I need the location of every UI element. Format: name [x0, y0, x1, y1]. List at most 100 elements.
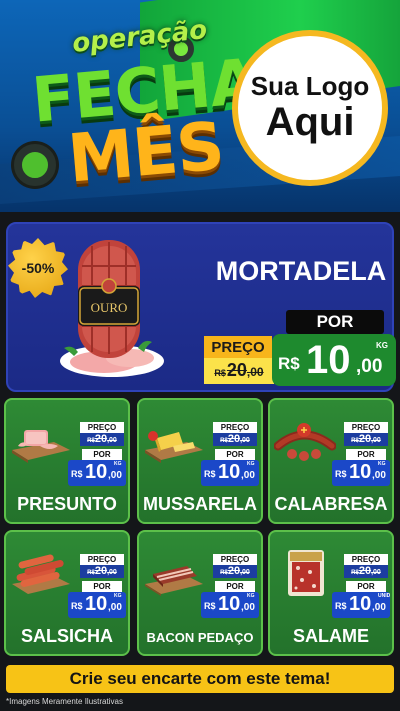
old-price: R$ 20 ,00	[213, 433, 257, 446]
new-price-integer: 10	[218, 461, 241, 483]
product-card-calabresa[interactable]: PREÇO R$ 20 ,00 POR R$ 10 ,00 KG CALABRE…	[268, 398, 394, 524]
por-label: POR	[286, 310, 384, 334]
logo-placeholder[interactable]: Sua Logo Aqui	[232, 30, 388, 186]
salame-image	[288, 550, 324, 596]
product-card-salame[interactable]: PREÇO R$ 20 ,00 POR R$ 10 ,00 UNID SALAM…	[268, 530, 394, 656]
price-unit: KG	[247, 593, 255, 599]
old-price: R$ 20 ,00	[344, 433, 388, 446]
product-name: CALABRESA	[274, 494, 388, 514]
old-price-decimal: ,00	[107, 569, 117, 576]
new-price: R$ 10 ,00 KG	[201, 592, 259, 618]
new-price-currency: R$	[335, 469, 347, 479]
old-price-currency: R$	[87, 570, 95, 576]
old-price-integer: 20	[358, 565, 372, 577]
price-label: PREÇO	[213, 554, 257, 565]
old-price-decimal: ,00	[246, 365, 264, 379]
por-label: POR	[82, 581, 122, 592]
new-price: R$ 10 ,00 KG	[332, 460, 390, 486]
new-price-decimal: ,00	[356, 356, 383, 377]
create-flyer-button[interactable]: Crie seu encarte com este tema!	[6, 665, 394, 693]
new-price-decimal: ,00	[372, 470, 386, 481]
new-price-decimal: ,00	[372, 602, 386, 613]
price-unit: KG	[114, 593, 122, 599]
old-price-currency: R$	[214, 368, 226, 378]
old-price-decimal: ,00	[240, 569, 250, 576]
product-card-salsicha[interactable]: PREÇO R$ 20 ,00 POR R$ 10 ,00 KG SALSICH…	[4, 530, 130, 656]
new-price-currency: R$	[204, 469, 216, 479]
new-price: R$ 10 ,00 UNID	[332, 592, 390, 618]
old-price-integer: 20	[358, 433, 372, 445]
new-price-decimal: ,00	[108, 470, 122, 481]
price-unit: UNID	[378, 593, 391, 599]
old-price-currency: R$	[351, 438, 359, 444]
featured-product-card[interactable]: OURO -50% MORTADELA PREÇO R$ 20 ,00 POR …	[6, 222, 396, 392]
old-price-integer: 20	[227, 433, 241, 445]
new-price-currency: R$	[71, 469, 83, 479]
mussarela-image	[145, 431, 203, 463]
new-price-integer: 10	[349, 593, 372, 615]
old-price-currency: R$	[87, 438, 95, 444]
old-price-integer: 20	[227, 565, 241, 577]
ring-decoration	[14, 144, 56, 186]
product-name: SALAME	[293, 626, 369, 646]
new-price-currency: R$	[204, 601, 216, 611]
price-label: PREÇO	[80, 554, 124, 565]
new-price-integer: 10	[85, 461, 108, 483]
new-price-decimal: ,00	[241, 602, 255, 613]
new-price: R$ 10 ,00 KG	[272, 334, 396, 386]
campaign-title: operação FECHA MÊS	[10, 14, 260, 204]
old-price-currency: R$	[220, 570, 228, 576]
mortadela-image: OURO	[60, 240, 164, 377]
old-price-currency: R$	[351, 570, 359, 576]
new-price-integer: 10	[218, 593, 241, 615]
new-price-currency: R$	[278, 354, 300, 373]
old-price-decimal: ,00	[107, 437, 117, 444]
price-unit: KG	[247, 461, 255, 467]
old-price-decimal: ,00	[240, 437, 250, 444]
salsicha-image	[12, 554, 70, 594]
new-price: R$ 10 ,00 KG	[68, 460, 126, 486]
product-card-bacon[interactable]: PREÇO R$ 20 ,00 POR R$ 10 ,00 KG BACON P…	[137, 530, 263, 656]
old-price: R$ 20 ,00	[80, 565, 124, 578]
por-label: POR	[346, 449, 386, 460]
featured-product-name: MORTADELA	[215, 256, 387, 286]
new-price-integer: 10	[349, 461, 372, 483]
price-unit: KG	[378, 461, 386, 467]
price-label: PREÇO	[80, 422, 124, 433]
product-card-presunto[interactable]: PREÇO R$ 20 ,00 POR R$ 10 ,00 KG PRESUNT…	[4, 398, 130, 524]
product-card-mussarela[interactable]: PREÇO R$ 20 ,00 POR R$ 10 ,00 KG MUSSARE…	[137, 398, 263, 524]
por-label: POR	[215, 449, 255, 460]
disclaimer-text: *Imagens Meramente Ilustrativas	[6, 697, 123, 706]
product-name: SALSICHA	[20, 626, 113, 646]
price-label: PREÇO	[344, 554, 388, 565]
old-price-decimal: ,00	[371, 569, 381, 576]
price-label: PREÇO	[204, 336, 272, 358]
product-name: MUSSARELA	[142, 494, 257, 514]
price-unit: KG	[376, 341, 388, 350]
product-name: PRESUNTO	[17, 494, 117, 514]
old-price: R$ 20 ,00	[344, 565, 388, 578]
new-price-integer: 10	[306, 338, 351, 382]
new-price-decimal: ,00	[241, 470, 255, 481]
package-brand: OURO	[91, 300, 128, 315]
price-label: PREÇO	[213, 422, 257, 433]
old-price-currency: R$	[220, 438, 228, 444]
old-price: R$ 20 ,00	[213, 565, 257, 578]
old-price-integer: 20	[226, 360, 247, 380]
logo-line-1: Sua Logo	[250, 71, 370, 102]
new-price: R$ 10 ,00 KG	[201, 460, 259, 486]
por-label: POR	[215, 581, 255, 592]
logo-line-2: Aqui	[265, 99, 355, 144]
por-label: POR	[346, 581, 386, 592]
presunto-image	[12, 430, 70, 463]
old-price-integer: 20	[94, 565, 108, 577]
new-price-integer: 10	[85, 593, 108, 615]
old-price: R$ 20 ,00	[80, 433, 124, 446]
old-price-integer: 20	[94, 433, 108, 445]
product-name: BACON PEDAÇO	[146, 630, 254, 645]
old-price-decimal: ,00	[371, 437, 381, 444]
price-unit: KG	[114, 461, 122, 467]
new-price-currency: R$	[71, 601, 83, 611]
bacon-image	[145, 566, 203, 596]
new-price-currency: R$	[335, 601, 347, 611]
